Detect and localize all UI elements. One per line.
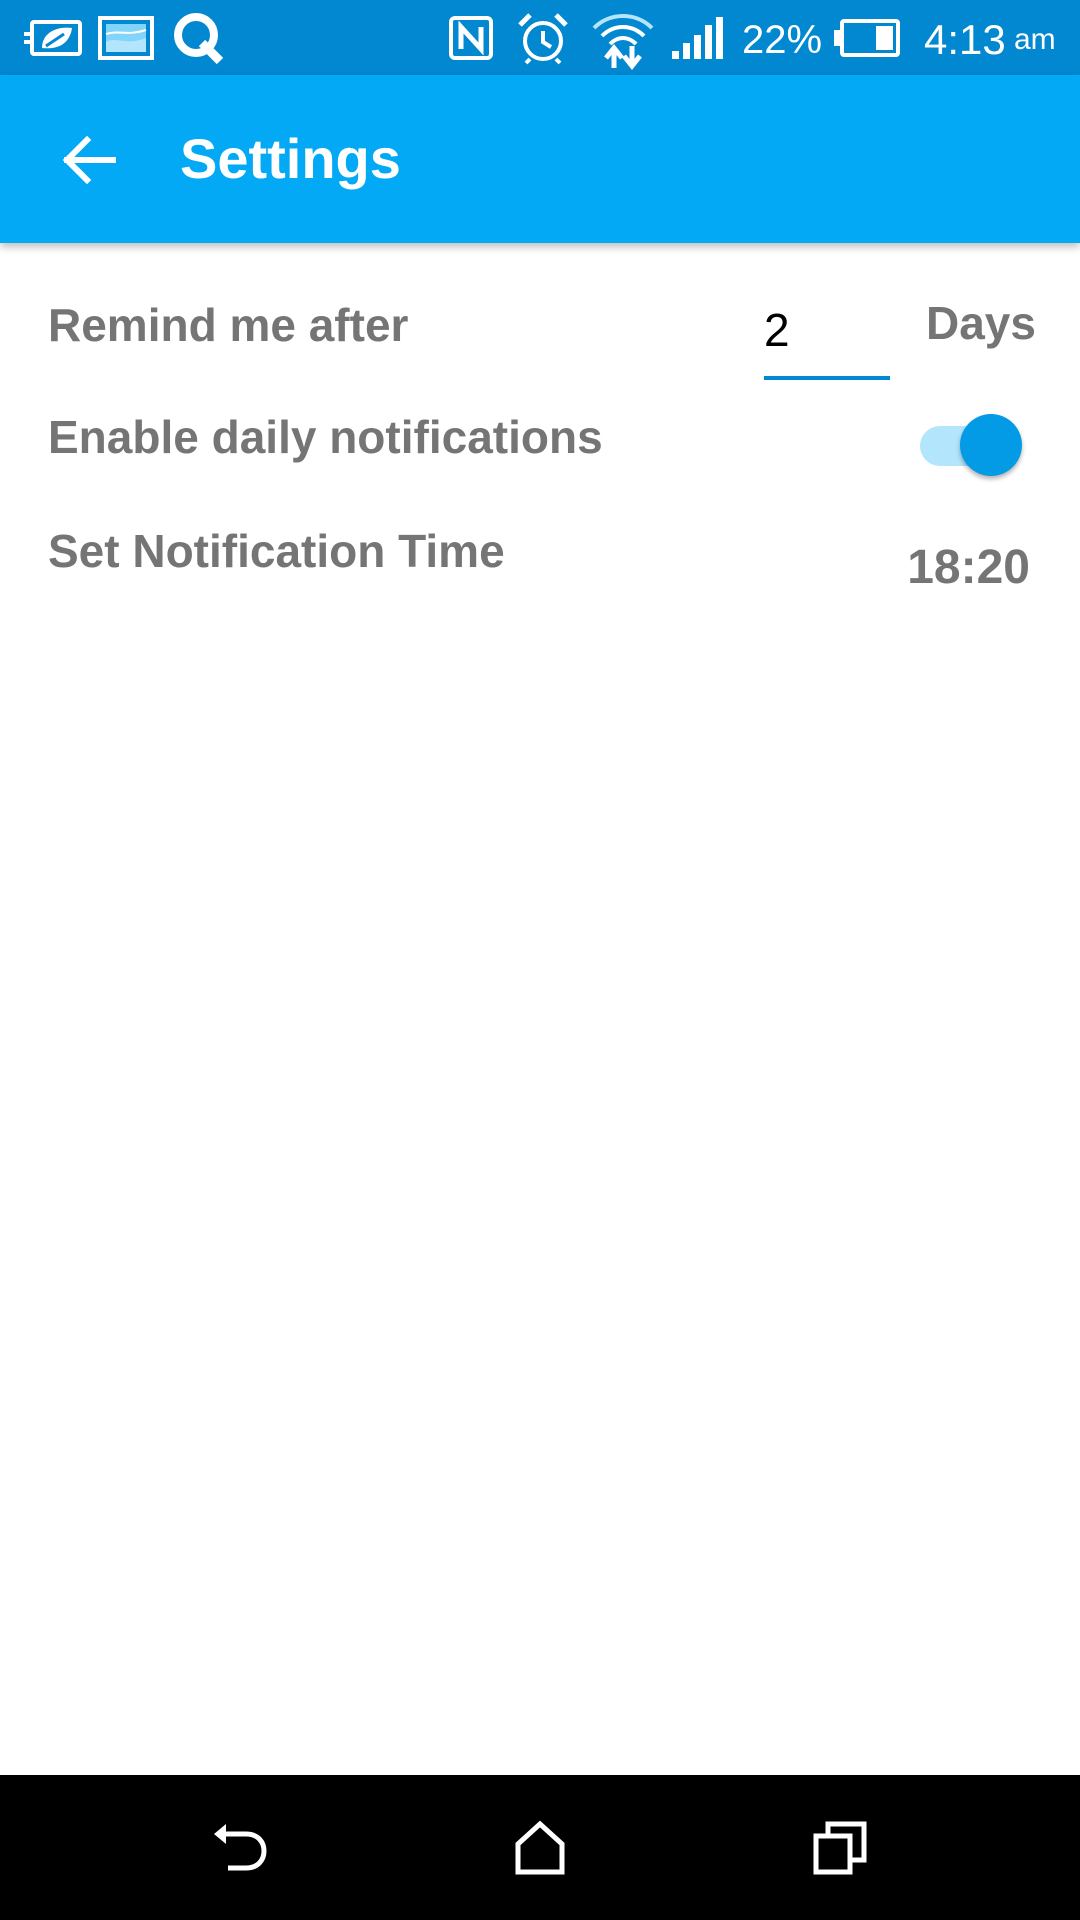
q-app-icon <box>172 0 224 75</box>
alarm-icon <box>516 0 570 75</box>
back-button[interactable] <box>44 115 134 205</box>
clock-am-pm: am <box>1014 23 1056 56</box>
clock-time: 4:13 <box>924 16 1006 63</box>
home-icon <box>515 1820 565 1874</box>
back-icon <box>214 1823 267 1870</box>
notification-time-label: Set Notification Time <box>48 525 505 577</box>
leaf-battery-saver-icon <box>24 0 84 75</box>
signal-icon <box>670 0 728 75</box>
battery-percent: 22% <box>742 18 823 62</box>
page-title: Settings <box>180 127 401 190</box>
arrow-left-icon <box>62 135 116 185</box>
recents-icon <box>813 1821 867 1874</box>
remind-days-input[interactable] <box>764 284 890 380</box>
wifi-icon <box>590 0 656 75</box>
battery-icon <box>832 0 902 75</box>
days-unit-label: Days <box>926 297 1036 349</box>
remind-label: Remind me after <box>48 299 409 351</box>
daily-notifications-label: Enable daily notifications <box>48 411 603 463</box>
navigation-bar <box>0 1775 1080 1920</box>
notification-time-value[interactable]: 18:20 <box>907 540 1030 595</box>
toggle-thumb <box>960 414 1022 476</box>
nav-home-button[interactable] <box>460 1775 620 1920</box>
nav-recents-button[interactable] <box>760 1775 920 1920</box>
app-bar: Settings <box>0 75 1080 243</box>
status-bar: 22% 4:13 am <box>0 0 1080 75</box>
daily-notifications-toggle[interactable] <box>918 412 1024 478</box>
nav-back-button[interactable] <box>160 1775 320 1920</box>
nfc-icon <box>448 0 494 75</box>
image-icon <box>98 0 154 75</box>
